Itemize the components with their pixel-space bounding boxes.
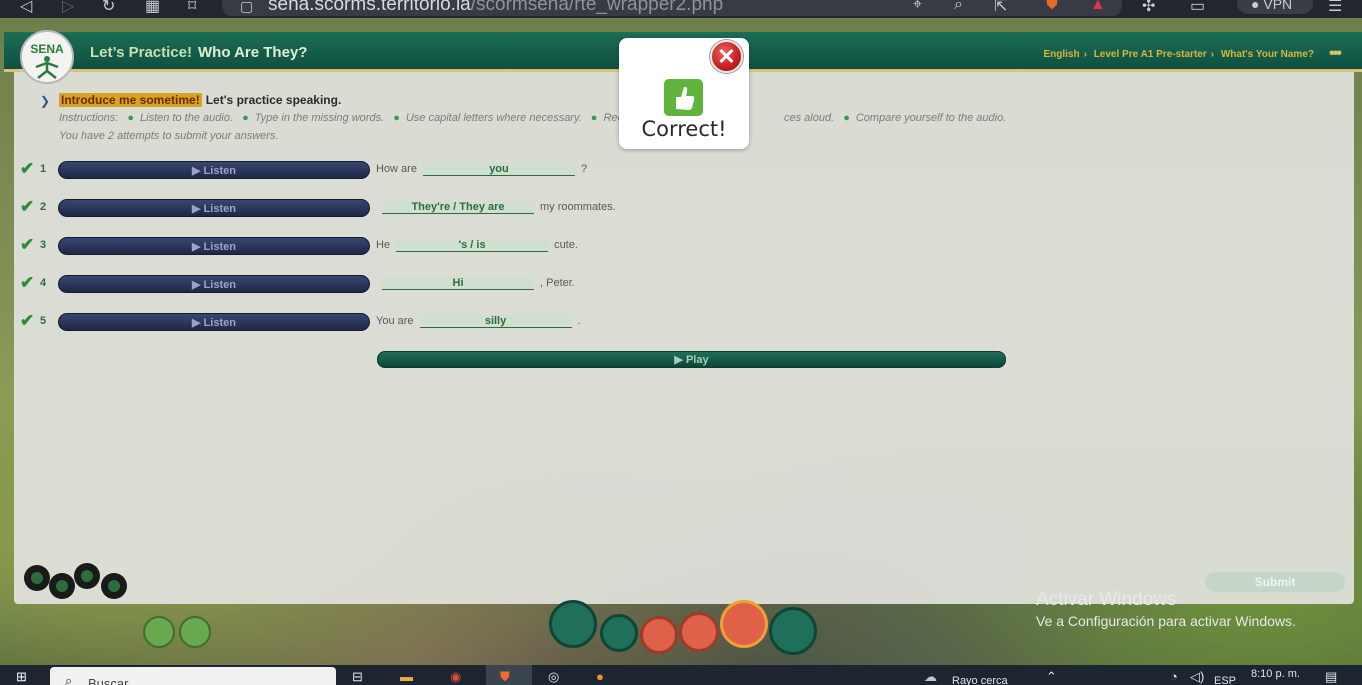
- answer-field[interactable]: Hi: [382, 277, 534, 290]
- attempts-note: You have 2 attempts to submit your answe…: [59, 130, 279, 142]
- bookmark-icon[interactable]: ⌑: [188, 0, 196, 16]
- windows-start-icon[interactable]: ⊞: [16, 669, 27, 685]
- exercise-row: ✔ 1 ▶ Listen How are you?: [20, 159, 1020, 181]
- file-explorer-icon[interactable]: ▬: [400, 669, 413, 684]
- sentence: You are silly.: [376, 315, 581, 328]
- back-icon[interactable]: ◁: [20, 0, 32, 16]
- checkmark-icon: ✔: [20, 159, 35, 178]
- weather-text[interactable]: Rayo cerca: [952, 675, 1008, 685]
- progress-dots-icon: [24, 563, 127, 599]
- page-info-icon[interactable]: ▢: [240, 0, 253, 15]
- extensions-icon[interactable]: ✣: [1142, 0, 1155, 16]
- sentence: How are you?: [376, 163, 588, 176]
- checkmark-icon: ✔: [20, 235, 35, 254]
- vpn-button[interactable]: ● VPN: [1237, 0, 1313, 14]
- browser-toolbar: ◁ ▷ ↻ ▦ ⌑ ▢ sena.scorms.territorio.la/sc…: [0, 0, 1362, 18]
- taskbar-search[interactable]: ⌕ Buscar: [50, 667, 336, 685]
- search-icon: ⌕: [65, 673, 73, 685]
- weather-icon: ☁: [924, 669, 937, 684]
- breadcrumb-item[interactable]: English: [1043, 49, 1079, 60]
- answer-field[interactable]: 's / is: [396, 239, 549, 252]
- listen-button[interactable]: ▶ Listen: [58, 199, 370, 217]
- instructions: Instructions: ● Listen to the audio. ● Typ…: [59, 112, 1007, 124]
- dice-two-icon[interactable]: [679, 612, 719, 652]
- more-options-icon[interactable]: •••: [1329, 45, 1342, 63]
- intro-text: Introduce me sometime! Let's practice spe…: [59, 93, 342, 107]
- checkmark-icon: ✔: [20, 311, 35, 330]
- breadcrumb-item[interactable]: Level Pre A1 Pre-starter: [1094, 49, 1207, 60]
- helmet-tool-icon[interactable]: [600, 614, 638, 652]
- language-indicator[interactable]: ESP: [1214, 675, 1236, 685]
- rewards-icon[interactable]: ▲: [1090, 0, 1106, 14]
- location-icon[interactable]: ⌖: [913, 0, 922, 14]
- hand-tool-icon[interactable]: [179, 616, 211, 648]
- share-icon[interactable]: ⇱: [994, 0, 1007, 16]
- network-icon[interactable]: ◔: [1170, 669, 1178, 684]
- exercise-row: ✔ 5 ▶ Listen You are silly.: [20, 311, 1020, 333]
- exercise-row: ✔ 4 ▶ Listen Hi, Peter.: [20, 273, 1020, 295]
- tray-chevron-icon[interactable]: ⌃: [1046, 669, 1057, 685]
- checkmark-icon: ✔: [20, 197, 35, 216]
- reload-icon[interactable]: ↻: [102, 0, 115, 16]
- play-button[interactable]: ▶ Play: [377, 351, 1006, 368]
- windows-activation-watermark: Activar Windows Ve a Configuración para …: [1036, 589, 1296, 629]
- windows-taskbar: ⊞ ⌕ Buscar ⊟ ▬ ◉ ⛊ ◎ ● ☁ Rayo cerca ⌃ ◔ …: [0, 665, 1362, 685]
- sentence: They're / They are my roommates.: [376, 201, 616, 214]
- listen-button[interactable]: ▶ Listen: [58, 237, 370, 255]
- page-title: Let’s Practice! Who Are They?: [90, 44, 308, 61]
- checkmark-icon: ✔: [20, 273, 35, 292]
- chrome-icon[interactable]: ◉: [450, 669, 461, 685]
- brave-icon: ⛊: [500, 669, 510, 684]
- firefox-icon[interactable]: ●: [596, 669, 604, 684]
- wallet-icon[interactable]: ▭: [1190, 0, 1205, 16]
- whatsapp-icon[interactable]: ◎: [548, 669, 559, 685]
- flag-tool-icon[interactable]: [549, 600, 597, 648]
- refresh-tool-icon[interactable]: [143, 616, 175, 648]
- menu-icon[interactable]: ☰: [1328, 0, 1342, 16]
- exercise-row: ✔ 3 ▶ Listen He's / is cute.: [20, 235, 1020, 257]
- row-number: 5: [40, 315, 47, 327]
- task-view-icon[interactable]: ⊟: [352, 669, 363, 685]
- url-text[interactable]: sena.scorms.territorio.la/scormsena/rte_…: [268, 0, 723, 16]
- dice-one-icon[interactable]: [640, 616, 678, 654]
- search-icon[interactable]: ⌕: [954, 0, 963, 14]
- volume-icon[interactable]: ◁): [1190, 669, 1204, 685]
- listen-button[interactable]: ▶ Listen: [58, 275, 370, 293]
- breadcrumb: English › Level Pre A1 Pre-starter › What'…: [1043, 49, 1314, 60]
- logo-figure-icon: [35, 56, 59, 79]
- forward-icon[interactable]: ▷: [62, 0, 74, 16]
- thumbs-up-icon: [664, 79, 703, 116]
- shield-icon[interactable]: ⛊: [1046, 0, 1058, 14]
- tabs-grid-icon[interactable]: ▦: [145, 0, 160, 16]
- notifications-icon[interactable]: ▤: [1325, 669, 1337, 685]
- sentence: Hi, Peter.: [376, 277, 575, 290]
- exercise-row: ✔ 2 ▶ Listen They're / They are my roomma…: [20, 197, 1020, 219]
- breadcrumb-item[interactable]: What's Your Name?: [1221, 49, 1314, 60]
- row-number: 4: [40, 277, 47, 289]
- listen-button[interactable]: ▶ Listen: [58, 313, 370, 331]
- answer-field[interactable]: you: [422, 163, 575, 176]
- row-number: 1: [40, 163, 47, 175]
- logo-text: SENA: [30, 42, 64, 56]
- answer-field[interactable]: silly: [419, 315, 572, 328]
- listen-button[interactable]: ▶ Listen: [58, 161, 370, 179]
- feedback-message: Correct!: [641, 117, 727, 141]
- clock[interactable]: 8:10 p. m.: [1251, 668, 1300, 680]
- close-icon[interactable]: ✕: [710, 40, 743, 73]
- dice-three-icon[interactable]: [720, 600, 768, 648]
- row-number: 2: [40, 201, 47, 213]
- row-number: 3: [40, 239, 47, 251]
- sentence: He's / is cute.: [376, 239, 578, 252]
- chevron-right-icon: ❯: [40, 94, 51, 108]
- zoom-tool-icon[interactable]: [769, 607, 817, 655]
- answer-field[interactable]: They're / They are: [382, 201, 534, 214]
